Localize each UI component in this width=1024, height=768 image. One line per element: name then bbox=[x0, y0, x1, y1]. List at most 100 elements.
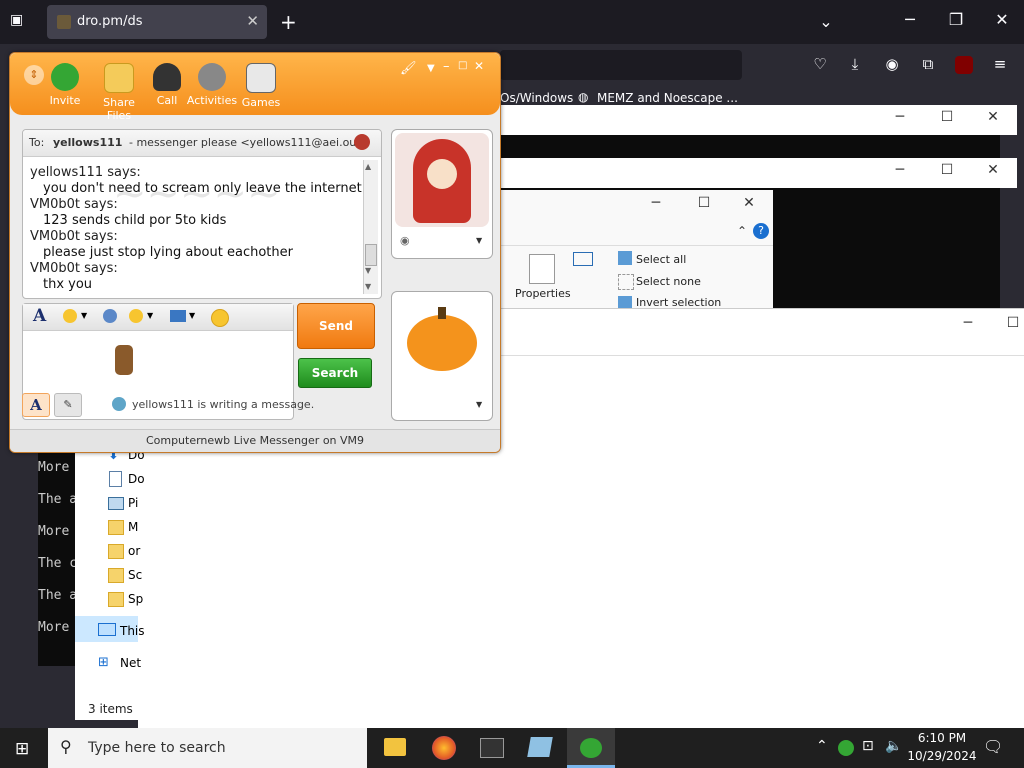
chevron-down-icon[interactable]: ⌄ bbox=[806, 12, 846, 31]
messenger-taskbar-button[interactable] bbox=[567, 728, 615, 768]
search-button[interactable]: Search bbox=[298, 358, 372, 388]
bookmark-item[interactable]: MEMZ and Noescape ... bbox=[597, 91, 738, 105]
file-explorer-icon[interactable] bbox=[384, 738, 406, 756]
bookmark-item[interactable]: Os/Windows bbox=[500, 91, 573, 105]
chevron-down-icon[interactable]: ▼ bbox=[189, 311, 195, 320]
nav-item-documents[interactable]: Do bbox=[128, 472, 145, 486]
minimize-window-button[interactable]: ─ bbox=[890, 10, 930, 29]
menu-icon[interactable]: ≡ bbox=[990, 55, 1010, 75]
activities-button[interactable]: Activities bbox=[185, 63, 239, 107]
to-bar: To: yellows111 - messenger please <yello… bbox=[23, 130, 381, 157]
voice-clip-icon[interactable] bbox=[103, 309, 117, 323]
nav-item-folder[interactable]: or bbox=[128, 544, 140, 558]
close-icon[interactable]: ✕ bbox=[978, 109, 1008, 125]
contact-avatar[interactable] bbox=[395, 133, 489, 227]
minimize-icon[interactable]: ─ bbox=[885, 162, 915, 178]
url-bar[interactable] bbox=[500, 50, 742, 80]
chevron-up-icon[interactable]: ⌃ bbox=[816, 738, 828, 754]
tab-title: dro.pm/ds bbox=[77, 14, 143, 29]
close-window-button[interactable]: ✕ bbox=[982, 10, 1022, 29]
font-icon[interactable]: A bbox=[33, 306, 46, 326]
nav-item-folder[interactable]: M bbox=[128, 520, 138, 534]
nav-item-this-pc[interactable]: This bbox=[120, 624, 145, 638]
taskbar-search[interactable]: ⚲ Type here to search bbox=[48, 728, 367, 768]
close-icon[interactable]: ✕ bbox=[474, 59, 484, 73]
firefox-icon[interactable] bbox=[432, 736, 456, 760]
pocket-icon[interactable]: ♡ bbox=[810, 55, 830, 75]
close-icon[interactable]: ✕ bbox=[978, 162, 1008, 178]
notifications-icon[interactable]: 🗨 bbox=[983, 737, 1003, 756]
messenger-window: ⇕ Invite Share Files Call Activities Gam… bbox=[9, 52, 501, 453]
maximize-icon[interactable]: ☐ bbox=[998, 315, 1024, 331]
maximize-icon[interactable]: □ bbox=[458, 60, 467, 71]
chevron-up-icon[interactable]: ⌃ bbox=[737, 224, 747, 238]
clock-time[interactable]: 6:10 PM bbox=[910, 731, 974, 745]
network-icon: ⊞ bbox=[98, 655, 109, 670]
chevron-down-icon[interactable]: ▼ bbox=[476, 400, 482, 409]
nav-item-folder[interactable]: Sp bbox=[128, 592, 143, 606]
select-none-button[interactable]: Select none bbox=[636, 275, 701, 288]
wink-icon[interactable] bbox=[129, 309, 143, 323]
ublock-icon[interactable] bbox=[955, 56, 973, 74]
chevron-down-icon[interactable]: ▼ bbox=[476, 236, 482, 245]
restore-window-button[interactable]: ❐ bbox=[936, 10, 976, 29]
properties-button[interactable]: Properties bbox=[515, 287, 571, 300]
nav-item-folder[interactable]: Sc bbox=[128, 568, 142, 582]
conversation-scrollbar[interactable]: ▲ ▼ ▼ bbox=[363, 160, 378, 294]
minimize-icon[interactable]: ─ bbox=[885, 109, 915, 125]
folder-icon bbox=[108, 520, 124, 535]
invite-button[interactable]: Invite bbox=[38, 63, 92, 107]
nav-item-network[interactable]: Net bbox=[120, 656, 141, 670]
chevron-down-icon[interactable]: ▼ bbox=[81, 311, 87, 320]
maximize-icon[interactable]: ☐ bbox=[932, 162, 962, 178]
message-input[interactable] bbox=[23, 331, 293, 391]
notepad-icon[interactable] bbox=[527, 737, 553, 757]
games-button[interactable]: Games bbox=[234, 63, 288, 109]
download-icon[interactable]: ⤓ bbox=[845, 55, 865, 75]
tab-list-icon[interactable]: ▣ bbox=[10, 12, 30, 32]
chevron-down-icon[interactable]: ▼ bbox=[147, 311, 153, 320]
nav-item-pictures[interactable]: Pi bbox=[128, 496, 138, 510]
maximize-icon[interactable]: ☐ bbox=[689, 195, 719, 211]
windows-start-icon[interactable]: ⊞ bbox=[15, 739, 29, 759]
maximize-icon[interactable]: ☐ bbox=[932, 109, 962, 125]
scrollbar-thumb[interactable] bbox=[365, 244, 377, 266]
extensions-icon[interactable]: ⧉ bbox=[918, 55, 938, 75]
network-icon[interactable]: ⊡ bbox=[862, 738, 874, 754]
clock-date[interactable]: 10/29/2024 bbox=[905, 749, 979, 763]
send-button[interactable]: Send bbox=[297, 303, 375, 349]
webcam-icon[interactable]: ◉ bbox=[400, 234, 410, 247]
messenger-tray-icon[interactable] bbox=[838, 740, 854, 756]
minimize-icon[interactable]: ─ bbox=[641, 195, 671, 211]
close-tab-icon[interactable]: ✕ bbox=[246, 12, 259, 30]
scroll-up-icon[interactable]: ▲ bbox=[365, 162, 371, 171]
block-icon[interactable] bbox=[354, 134, 370, 150]
folder-icon bbox=[108, 568, 124, 583]
handwriting-icon[interactable]: ✎ bbox=[54, 393, 82, 417]
games-label: Games bbox=[241, 96, 281, 109]
contact-name[interactable]: yellows111 bbox=[53, 136, 122, 149]
help-icon[interactable]: ? bbox=[753, 223, 769, 239]
emoticon-icon[interactable] bbox=[63, 309, 77, 323]
open-icon[interactable] bbox=[573, 252, 593, 266]
terminal-icon[interactable] bbox=[480, 738, 504, 758]
terminal-line: More bbox=[38, 620, 70, 635]
nudge-icon[interactable] bbox=[211, 309, 229, 327]
volume-icon[interactable]: 🔈 bbox=[885, 738, 902, 754]
background-icon[interactable] bbox=[170, 310, 186, 322]
user-avatar[interactable] bbox=[395, 295, 489, 389]
scroll-down-icon[interactable]: ▼ bbox=[365, 266, 371, 275]
close-icon[interactable]: ✕ bbox=[734, 195, 764, 211]
new-tab-icon[interactable]: + bbox=[280, 10, 297, 34]
scroll-down-icon[interactable]: ▼ bbox=[365, 282, 371, 291]
browser-tab[interactable]: dro.pm/ds ✕ bbox=[47, 5, 267, 39]
select-all-button[interactable]: Select all bbox=[636, 253, 686, 266]
account-icon[interactable]: ◉ bbox=[882, 55, 902, 75]
chevron-down-icon[interactable]: ▼ bbox=[427, 63, 435, 74]
paint-bucket-icon[interactable]: 🖌 bbox=[400, 61, 417, 76]
select-all-icon bbox=[618, 251, 632, 265]
text-mode-icon[interactable]: A bbox=[22, 393, 50, 417]
minimize-icon[interactable]: – bbox=[443, 59, 450, 74]
minimize-icon[interactable]: ─ bbox=[953, 315, 983, 331]
item-count: 3 items bbox=[88, 702, 133, 716]
